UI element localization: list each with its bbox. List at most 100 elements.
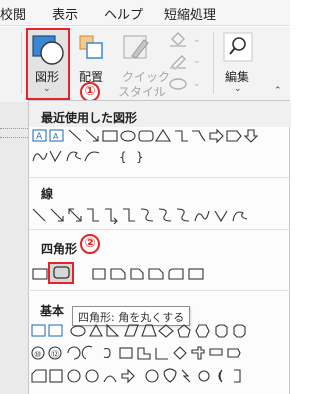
- chord-icon[interactable]: [81, 345, 93, 360]
- triangle-icon[interactable]: [154, 128, 172, 142]
- elbow-double-arrow-icon[interactable]: [123, 208, 135, 222]
- line-icon[interactable]: [32, 208, 46, 222]
- line-icon[interactable]: [192, 130, 206, 142]
- cloud-icon[interactable]: [234, 369, 241, 383]
- heptagon-icon[interactable]: [215, 324, 228, 338]
- arrow-line-icon[interactable]: [85, 129, 99, 142]
- block-arc-icon[interactable]: [103, 375, 117, 383]
- cube-icon[interactable]: [31, 369, 47, 383]
- lightning-bolt-icon[interactable]: [181, 369, 191, 383]
- freeform-icon[interactable]: [49, 150, 62, 163]
- snip-same-side-rectangle-icon[interactable]: [130, 268, 144, 280]
- section-lines-title: 線: [41, 187, 54, 201]
- folded-corner-icon[interactable]: [121, 368, 135, 384]
- right-brace-icon[interactable]: }: [136, 150, 144, 164]
- shapes-icon: [32, 35, 64, 65]
- curve-icon[interactable]: [194, 210, 210, 222]
- scribble-icon[interactable]: [66, 151, 82, 162]
- tab-view[interactable]: 表示: [52, 4, 78, 23]
- diagonal-stripe-icon[interactable]: [173, 346, 187, 360]
- octagon-icon[interactable]: [233, 324, 246, 338]
- left-brace-icon[interactable]: {: [119, 150, 127, 164]
- svg-text:A: A: [36, 132, 43, 142]
- half-frame-icon[interactable]: [137, 347, 151, 360]
- pentagon-icon[interactable]: [177, 324, 191, 338]
- ruler: [0, 128, 28, 138]
- parallelogram-icon[interactable]: [124, 324, 139, 337]
- callout-2: ②: [80, 234, 100, 254]
- edit-label[interactable]: 編集: [225, 68, 249, 85]
- text-box-icon[interactable]: A: [32, 129, 47, 142]
- arc-icon[interactable]: [84, 151, 100, 162]
- chevron-down-icon: ⌄: [193, 79, 201, 89]
- arrange-icon[interactable]: [78, 34, 106, 62]
- pie-icon[interactable]: [67, 346, 81, 360]
- callout-1: ①: [80, 82, 100, 102]
- shape-effects-icon[interactable]: [168, 76, 190, 92]
- snip-rectangle-icon[interactable]: [92, 268, 106, 280]
- no-symbol-icon[interactable]: [85, 369, 99, 383]
- ribbon-tab-bar: 校閲 表示 ヘルプ 短縮処理: [0, 0, 290, 26]
- line-icon[interactable]: [175, 130, 188, 142]
- find-icon[interactable]: [223, 32, 253, 62]
- collapse-ribbon-icon[interactable]: ⌃: [274, 86, 282, 96]
- donut-icon[interactable]: [67, 369, 81, 383]
- can-icon[interactable]: [227, 348, 241, 358]
- l-shape-icon[interactable]: [155, 348, 168, 360]
- rounded-rectangle-icon[interactable]: [138, 130, 154, 142]
- snip-corner-rectangle-icon[interactable]: [110, 268, 126, 280]
- hexagon-icon[interactable]: [195, 324, 210, 338]
- tab-help[interactable]: ヘルプ: [104, 4, 143, 23]
- trapezoid-icon[interactable]: [141, 324, 157, 337]
- vertical-text-box-icon[interactable]: [48, 324, 63, 337]
- dodecagon-label: ⑫: [51, 350, 59, 359]
- bevel-icon[interactable]: [49, 369, 63, 383]
- text-box-icon[interactable]: [31, 324, 46, 337]
- oval-icon[interactable]: [120, 130, 136, 142]
- diamond-icon[interactable]: [158, 324, 174, 338]
- tab-shortcuts[interactable]: 短縮処理: [164, 4, 216, 23]
- elbow-connector-icon[interactable]: [87, 208, 99, 222]
- sun-icon[interactable]: [198, 370, 210, 382]
- curve-icon[interactable]: [32, 152, 48, 162]
- lines-grid: [32, 208, 248, 225]
- plus-icon[interactable]: [191, 346, 205, 360]
- round-single-corner-rectangle-icon[interactable]: [168, 268, 184, 280]
- down-arrow-icon[interactable]: [243, 129, 259, 143]
- right-arrow-icon[interactable]: [209, 128, 224, 144]
- arrange-label[interactable]: 配置: [79, 68, 103, 85]
- rectangle-icon[interactable]: [32, 268, 48, 280]
- heart-icon[interactable]: [163, 368, 177, 383]
- tab-review[interactable]: 校閲: [0, 4, 26, 23]
- triangle-icon[interactable]: [89, 323, 103, 337]
- frame-icon[interactable]: [119, 347, 133, 359]
- scribble-icon[interactable]: [232, 211, 248, 222]
- smiley-face-icon[interactable]: [145, 369, 159, 383]
- fill-bucket-icon[interactable]: [168, 30, 190, 48]
- rounded-rectangle-icon: [53, 266, 70, 279]
- section-basic-title: 基本: [40, 304, 65, 318]
- teardrop-icon[interactable]: [103, 347, 111, 359]
- chevron-down-icon: ⌄: [152, 84, 160, 94]
- snip-round-rectangle-icon[interactable]: [148, 268, 164, 280]
- line-icon[interactable]: [68, 129, 82, 142]
- rectangle-icon[interactable]: [102, 130, 118, 142]
- vertical-text-box-icon[interactable]: A: [49, 129, 64, 142]
- moon-icon[interactable]: [218, 369, 223, 383]
- freeform-icon[interactable]: [214, 210, 228, 223]
- plaque-icon[interactable]: [209, 348, 223, 356]
- recent-shapes-grid: A A { }: [32, 128, 259, 164]
- section-recent-title: 最近使用した図形: [41, 111, 138, 125]
- double-arrow-line-icon[interactable]: [68, 208, 82, 222]
- round-diagonal-rectangle-icon[interactable]: [188, 268, 204, 280]
- quick-style-icon[interactable]: [122, 34, 154, 64]
- arrow-line-icon[interactable]: [50, 208, 64, 222]
- pentagon-arrow-icon[interactable]: [226, 130, 242, 142]
- elbow-arrow-icon[interactable]: [105, 208, 118, 225]
- curved-arrow-icon[interactable]: [158, 208, 172, 222]
- outline-pen-icon[interactable]: [168, 52, 190, 70]
- right-triangle-icon[interactable]: [106, 323, 120, 337]
- oval-icon[interactable]: [70, 325, 86, 337]
- curved-connector-icon[interactable]: [140, 208, 154, 222]
- curved-double-arrow-icon[interactable]: [176, 208, 190, 222]
